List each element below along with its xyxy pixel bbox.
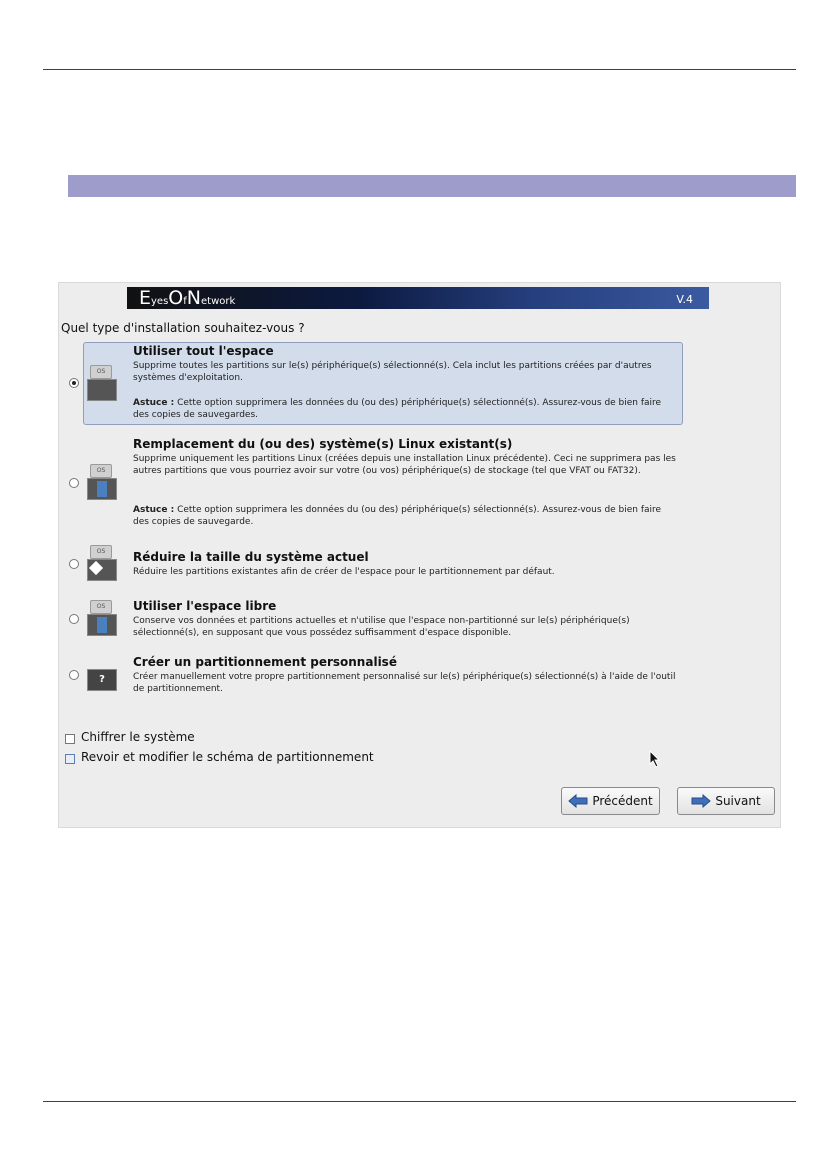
option-title[interactable]: Remplacement du (ou des) système(s) Linu… xyxy=(133,437,512,451)
top-rule xyxy=(43,69,796,70)
next-button[interactable]: Suivant xyxy=(677,787,775,815)
back-button[interactable]: Précédent xyxy=(561,787,660,815)
radio-shrink-system[interactable] xyxy=(69,559,79,569)
install-question: Quel type d'installation souhaitez-vous … xyxy=(61,321,305,335)
arrow-right-icon xyxy=(691,794,712,808)
option-desc: Supprime toutes les partitions sur le(s)… xyxy=(133,361,652,383)
encrypt-label[interactable]: Chiffrer le système xyxy=(81,730,195,744)
radio-use-all-space[interactable] xyxy=(69,378,79,388)
disk-icon: OS xyxy=(87,365,117,401)
review-checkbox[interactable] xyxy=(65,754,75,764)
bottom-rule xyxy=(43,1101,796,1102)
option-desc: Supprime uniquement les partitions Linux… xyxy=(133,454,676,476)
installer-screenshot: EyesOfNetwork V.4 Quel type d'installati… xyxy=(58,282,781,828)
option-title[interactable]: Créer un partitionnement personnalisé xyxy=(133,655,397,669)
mouse-cursor-icon xyxy=(649,750,661,768)
eyesofnetwork-logo: EyesOfNetwork xyxy=(139,287,236,309)
option-title[interactable]: Utiliser l'espace libre xyxy=(133,599,276,613)
encrypt-checkbox[interactable] xyxy=(65,734,75,744)
radio-use-free-space[interactable] xyxy=(69,614,79,624)
option-title: Utiliser tout l'espace xyxy=(133,344,274,358)
custom-partition-icon: ? xyxy=(87,655,117,691)
disk-linux-icon: OS xyxy=(87,464,117,500)
option-tip: Astuce : Cette option supprimera les don… xyxy=(133,398,662,420)
radio-custom-layout[interactable] xyxy=(69,670,79,680)
arrow-left-icon xyxy=(568,794,588,808)
back-label: Précédent xyxy=(592,794,653,808)
review-label[interactable]: Revoir et modifier le schéma de partitio… xyxy=(81,750,374,764)
option-desc: Conserve vos données et partitions actue… xyxy=(133,616,630,638)
disk-free-icon: OS xyxy=(87,600,117,636)
section-bar xyxy=(68,175,796,197)
option-desc: Créer manuellement votre propre partitio… xyxy=(133,672,676,694)
option-title[interactable]: Réduire la taille du système actuel xyxy=(133,550,369,564)
disk-shrink-icon: OS xyxy=(87,545,117,581)
banner: EyesOfNetwork V.4 xyxy=(127,287,709,309)
option-desc: Réduire les partitions existantes afin d… xyxy=(133,567,555,577)
radio-replace-linux[interactable] xyxy=(69,478,79,488)
next-label: Suivant xyxy=(715,794,761,808)
version-label: V.4 xyxy=(676,293,693,306)
option-tip: Astuce : Cette option supprimera les don… xyxy=(133,505,662,527)
